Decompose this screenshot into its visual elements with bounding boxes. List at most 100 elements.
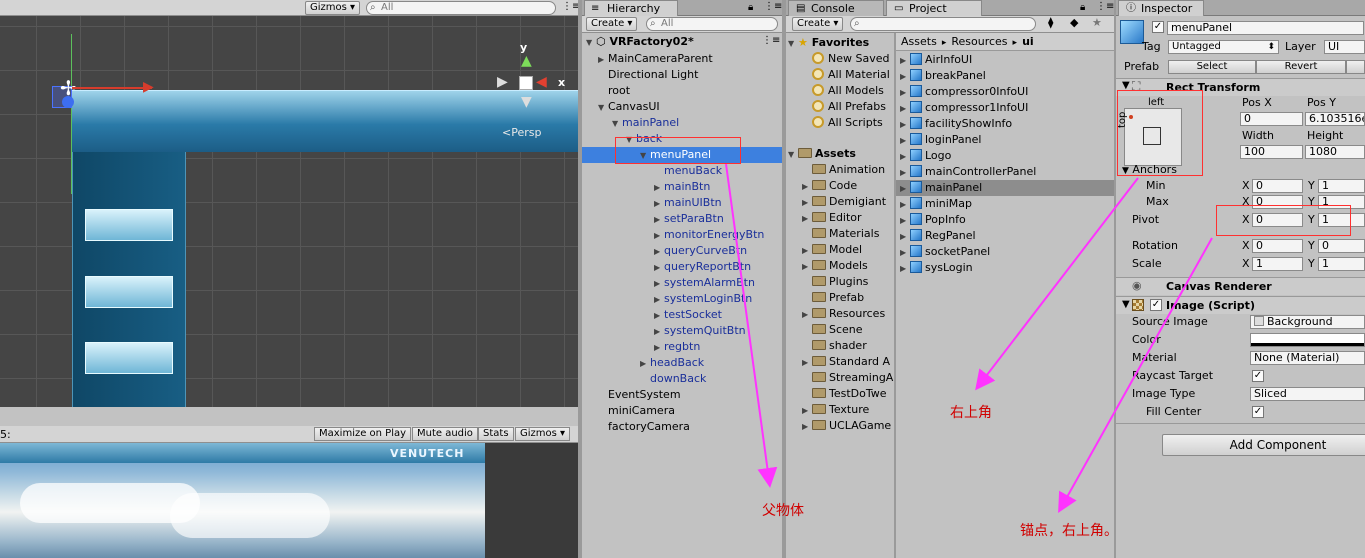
maximize-on-play-toggle[interactable]: Maximize on Play — [314, 427, 412, 441]
object-name-field[interactable]: menuPanel — [1167, 21, 1364, 35]
hierarchy-row[interactable]: miniCamera — [582, 403, 782, 419]
x-move-arrow-icon[interactable]: ▶ — [143, 79, 154, 95]
scene-view[interactable]: ✢ ▶ y ▲ ◀ x ▶ ▼ <Persp — [0, 16, 578, 407]
expand-arrow-icon[interactable]: ▶ — [900, 53, 910, 69]
expand-arrow-icon[interactable]: ▶ — [802, 262, 812, 271]
expand-arrow-icon[interactable]: ▶ — [802, 198, 812, 207]
project-folder-item[interactable]: ▶ Standard A — [802, 355, 890, 368]
project-folder-item[interactable]: ▶ Texture — [802, 403, 869, 416]
tag-dropdown[interactable]: Untagged ⬍ — [1168, 40, 1279, 54]
material-field[interactable]: None (Material) — [1250, 351, 1365, 365]
project-folder-item[interactable]: Plugins — [802, 275, 868, 288]
hierarchy-row[interactable]: ▶ monitorEnergyBtn — [582, 227, 782, 243]
canvas-renderer-header[interactable]: ◉ Canvas Renderer — [1116, 277, 1365, 295]
expand-arrow-icon[interactable]: ▶ — [654, 228, 664, 244]
project-folder-item[interactable]: ▶ Editor — [802, 211, 862, 224]
add-component-button[interactable]: Add Component — [1162, 434, 1365, 456]
posy-field[interactable]: 6.103516e — [1305, 112, 1365, 126]
scene-menu-icon[interactable]: ⋮≡ — [762, 35, 780, 46]
hierarchy-row[interactable]: ▶ mainUIBtn — [582, 195, 782, 211]
panel-menu-icon[interactable]: ⋮≡ — [1096, 1, 1114, 12]
hierarchy-row[interactable]: ▶ headBack — [582, 355, 782, 371]
project-search-input[interactable]: ⌕ — [850, 17, 1036, 31]
min-y-field[interactable]: 1 — [1318, 179, 1365, 193]
expand-arrow-icon[interactable]: ▶ — [900, 101, 910, 117]
game-gizmos-button[interactable]: Gizmos ▾ — [515, 427, 571, 441]
active-checkbox[interactable]: ✓ — [1152, 21, 1164, 33]
expand-arrow-icon[interactable]: ▶ — [654, 180, 664, 196]
project-asset-item[interactable]: ▶ compressor1InfoUI — [896, 100, 1114, 116]
filter-label-icon[interactable]: ◆ — [1070, 16, 1078, 29]
project-folder-item[interactable]: ▶ Model — [802, 243, 862, 256]
project-asset-item[interactable]: ▶ socketPanel — [896, 244, 1114, 260]
project-folder-item[interactable]: Prefab — [802, 291, 864, 304]
hierarchy-row[interactable]: downBack — [582, 371, 782, 387]
hierarchy-row[interactable]: factoryCamera — [582, 419, 782, 435]
hierarchy-row[interactable]: Directional Light — [582, 67, 782, 83]
favorite-item[interactable]: All Material — [812, 68, 890, 81]
hierarchy-row[interactable]: ▶ systemAlarmBtn — [582, 275, 782, 291]
raycast-checkbox[interactable]: ✓ — [1252, 370, 1264, 382]
project-asset-item[interactable]: ▶ facilityShowInfo — [896, 116, 1114, 132]
panel-menu-icon[interactable]: ⋮≡ — [764, 1, 782, 12]
favorite-item[interactable]: All Scripts — [812, 116, 883, 129]
project-asset-item[interactable]: ▶ Logo — [896, 148, 1114, 164]
expand-arrow-icon[interactable]: ▶ — [654, 340, 664, 356]
inspector-tab[interactable]: ⓘ Inspector — [1118, 0, 1204, 16]
console-tab[interactable]: ▤ Console — [788, 0, 884, 16]
hierarchy-row[interactable]: ▶ setParaBtn — [582, 211, 782, 227]
lock-icon[interactable]: 🔒︎ — [1080, 2, 1085, 13]
hierarchy-create-button[interactable]: Create ▾ — [586, 17, 638, 31]
hierarchy-row[interactable]: EventSystem — [582, 387, 782, 403]
project-asset-item[interactable]: ▶ RegPanel — [896, 228, 1114, 244]
project-folder-item[interactable]: ▶ UCLAGame — [802, 419, 891, 432]
expand-arrow-icon[interactable]: ▶ — [900, 165, 910, 181]
expand-arrow-icon[interactable]: ▶ — [654, 308, 664, 324]
project-folder-item[interactable]: ▶ Resources — [802, 307, 885, 320]
project-folder-item[interactable]: TestDoTwe — [802, 387, 887, 400]
scene-root-row[interactable]: ▼ ⬡ VRFactory02* — [586, 35, 694, 48]
expand-arrow-icon[interactable]: ▶ — [802, 246, 812, 255]
gizmo-neg-y-cone-icon[interactable]: ▼ — [521, 94, 532, 110]
hierarchy-row[interactable]: ▶ queryCurveBtn — [582, 243, 782, 259]
expand-arrow-icon[interactable]: ▶ — [900, 181, 910, 197]
expand-arrow-icon[interactable]: ▶ — [654, 244, 664, 260]
expand-arrow-icon[interactable]: ▼ — [788, 150, 798, 159]
favorites-header[interactable]: ▼ ★ Favorites — [788, 36, 869, 49]
project-folder-item[interactable]: shader — [802, 339, 867, 352]
persp-label[interactable]: <Persp — [502, 126, 541, 139]
expand-arrow-icon[interactable]: ▶ — [900, 213, 910, 229]
project-asset-item[interactable]: ▶ loginPanel — [896, 132, 1114, 148]
rot-y-field[interactable]: 0 — [1318, 239, 1365, 253]
hierarchy-row[interactable]: ▶ regbtn — [582, 339, 782, 355]
game-view[interactable]: VENUTECH — [0, 443, 578, 558]
expand-arrow-icon[interactable]: ▼ — [612, 116, 622, 132]
prefab-apply-button[interactable] — [1346, 60, 1365, 74]
expand-arrow-icon[interactable]: ▶ — [802, 422, 812, 431]
splitter[interactable] — [0, 407, 578, 426]
scale-y-field[interactable]: 1 — [1318, 257, 1365, 271]
collapse-arrow-icon[interactable]: ▼ — [1122, 299, 1130, 310]
image-enabled-checkbox[interactable]: ✓ — [1150, 299, 1162, 311]
scene-search-input[interactable]: ⌕ All — [366, 1, 556, 15]
expand-arrow-icon[interactable]: ▶ — [802, 310, 812, 319]
project-asset-item[interactable]: ▶ sysLogin — [896, 260, 1114, 276]
gizmos-button[interactable]: Gizmos ▾ — [305, 1, 361, 15]
expand-arrow-icon[interactable]: ▼ — [586, 38, 596, 47]
prefab-select-button[interactable]: Select — [1168, 60, 1256, 74]
hierarchy-row[interactable]: ▶ systemLoginBtn — [582, 291, 782, 307]
expand-arrow-icon[interactable]: ▶ — [900, 197, 910, 213]
expand-arrow-icon[interactable]: ▶ — [598, 52, 608, 68]
project-folder-item[interactable]: StreamingA — [802, 371, 893, 384]
project-asset-item[interactable]: ▶ compressor0InfoUI — [896, 84, 1114, 100]
gizmo-center-cube-icon[interactable] — [519, 76, 533, 90]
breadcrumb-item[interactable]: Assets — [901, 35, 937, 48]
project-asset-item[interactable]: ▶ breakPanel — [896, 68, 1114, 84]
gizmo-x-cone-icon[interactable]: ◀ — [536, 74, 547, 90]
expand-arrow-icon[interactable]: ▶ — [654, 260, 664, 276]
favorite-item[interactable]: All Models — [812, 84, 884, 97]
project-asset-item[interactable]: ▶ mainPanel — [896, 180, 1114, 196]
expand-arrow-icon[interactable]: ▶ — [654, 212, 664, 228]
project-folder-item[interactable]: Animation — [802, 163, 885, 176]
hierarchy-row[interactable]: ▶ MainCameraParent — [582, 51, 782, 67]
